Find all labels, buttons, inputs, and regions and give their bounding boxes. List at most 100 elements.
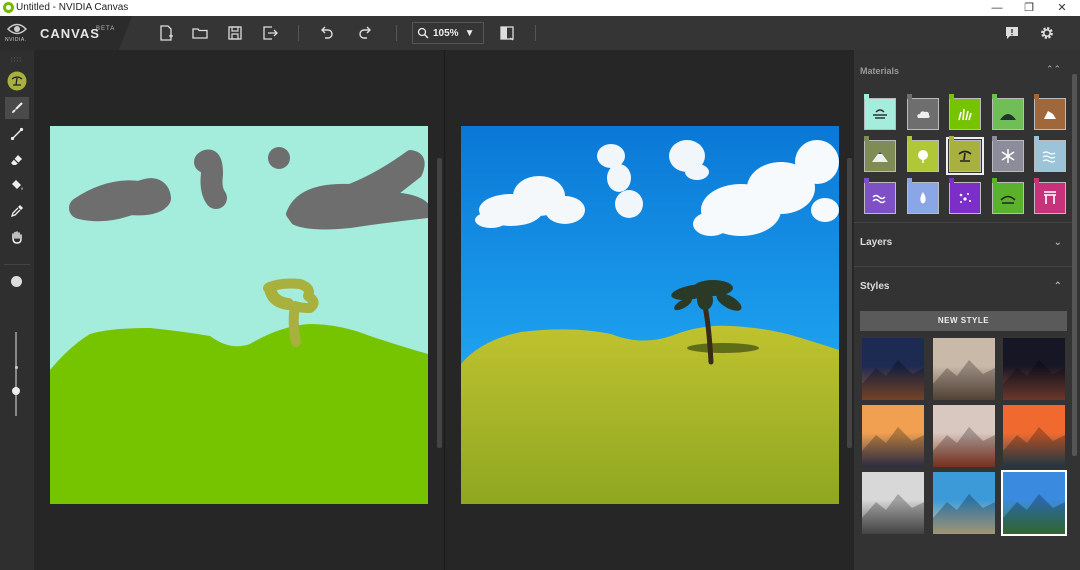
drag-handle-icon[interactable]: ∷∷ [11,56,22,64]
minimize-button[interactable]: — [979,0,1015,16]
material-corner-tab [949,136,954,141]
hand-icon [12,231,22,244]
material-grass[interactable] [949,94,981,130]
styles-label: Styles [860,281,890,292]
save-button[interactable] [225,23,245,43]
pan-tool[interactable] [5,226,29,248]
line-icon [10,127,24,141]
material-sky[interactable] [864,94,896,130]
hill-icon [999,114,1016,120]
grass-icon [958,108,972,121]
materials-section-header: Materials [860,66,900,76]
style-thumb-ocean-sunset[interactable] [1003,405,1065,467]
material-hill[interactable] [991,94,1024,130]
style-thumb-red-cliffs[interactable] [932,405,995,467]
material-tree[interactable] [946,136,984,175]
material-fog[interactable] [1034,136,1066,172]
material-corner-tab [864,136,869,141]
cloud-icon [916,111,930,118]
landscape-thumb-icon [1003,494,1065,534]
fill-tool[interactable] [5,174,29,196]
app-name: CANVAS [40,26,100,41]
material-waterfall[interactable] [906,178,939,214]
new-file-button[interactable] [156,23,176,43]
nvidia-wordmark: NVIDIA. [5,37,27,43]
brush-size-slider[interactable] [15,332,17,416]
export-button[interactable] [260,23,280,43]
material-corner-tab [906,136,912,141]
material-corner-tab [906,94,912,99]
material-corner-tab [1034,94,1039,99]
landscape-thumb-icon [862,360,924,400]
undo-button[interactable] [316,23,336,43]
brush-tool[interactable] [5,97,29,119]
zoom-icon [417,27,429,39]
open-button[interactable] [190,23,210,43]
zoom-dropdown[interactable]: 105% ▼ [412,22,484,44]
right-pane-scrollbar[interactable] [847,158,852,448]
materials-collapse-icon[interactable]: ⌃⌃ [1046,64,1061,75]
landscape-thumb-icon [932,427,995,467]
layers-section-header[interactable]: Layers ⌄ [854,222,1072,266]
export-icon [263,26,278,40]
style-thumb-rock-arch-stars[interactable] [1003,338,1065,400]
styles-section-header[interactable]: Styles ⌃ [854,266,1072,310]
sky-icon [873,109,887,119]
brush-size-max-icon [11,276,22,287]
material-corner-tab [864,94,869,99]
tool-divider [4,264,30,265]
material-land[interactable] [991,178,1024,214]
feedback-button[interactable] [1002,23,1022,43]
style-thumb-beach-sky[interactable] [932,472,995,534]
style-thumb-sunset-mountains[interactable] [862,405,924,467]
landscape-thumb-icon [932,360,995,400]
material-corner-tab [991,136,997,141]
new-style-button[interactable]: NEW STYLE [860,311,1067,331]
eyedropper-tool[interactable] [5,200,29,222]
material-stars[interactable] [949,178,981,214]
eyedropper-icon [10,205,23,218]
brush-icon [12,102,23,113]
style-thumb-snowy-peaks[interactable] [932,338,995,400]
settings-button[interactable] [1037,23,1057,43]
material-structure[interactable] [1034,178,1066,214]
material-bush[interactable] [906,136,939,172]
landscape-thumb-icon [1003,427,1065,467]
dropdown-caret-icon: ▼ [464,27,475,39]
nvidia-logo-icon [6,23,28,35]
material-rock[interactable] [1034,94,1066,130]
material-corner-tab [949,94,954,99]
fog-icon [1042,151,1056,163]
redo-button[interactable] [356,23,376,43]
style-thumb-misty-mountain[interactable] [862,472,924,534]
eraser-icon [11,155,22,165]
brush-size-slider-thumb[interactable] [12,386,20,395]
close-button[interactable]: ✕ [1044,0,1080,16]
style-thumb-desert-night[interactable] [862,338,924,400]
left-pane-scrollbar[interactable] [437,158,442,448]
material-snow[interactable] [991,136,1024,172]
snow-icon [1001,149,1014,163]
material-picker-tool[interactable] [5,70,29,92]
panel-scrollbar[interactable] [1072,74,1077,456]
material-water[interactable] [864,178,896,214]
cloud-stroke [268,147,290,169]
segmentation-map-canvas[interactable] [50,126,428,504]
eraser-tool[interactable] [5,149,29,171]
landscape-thumb-icon [862,427,924,467]
bush-icon [917,150,928,163]
line-tool[interactable] [5,123,29,145]
toggle-view-button[interactable] [497,23,517,43]
waterfall-icon [919,192,926,204]
material-corner-tab [1034,136,1039,141]
window-title: Untitled - NVIDIA Canvas [16,2,129,13]
stars-icon [959,193,971,203]
toolbar-separator [298,25,299,41]
style-thumb-alpine-lake[interactable] [1001,470,1067,536]
material-corner-tab [1034,178,1039,183]
material-mountain[interactable] [864,136,896,172]
material-cloud[interactable] [906,94,939,130]
landscape-thumb-icon [862,494,924,534]
landscape-thumb-icon [932,494,995,534]
maximize-button[interactable]: ❐ [1011,0,1047,16]
